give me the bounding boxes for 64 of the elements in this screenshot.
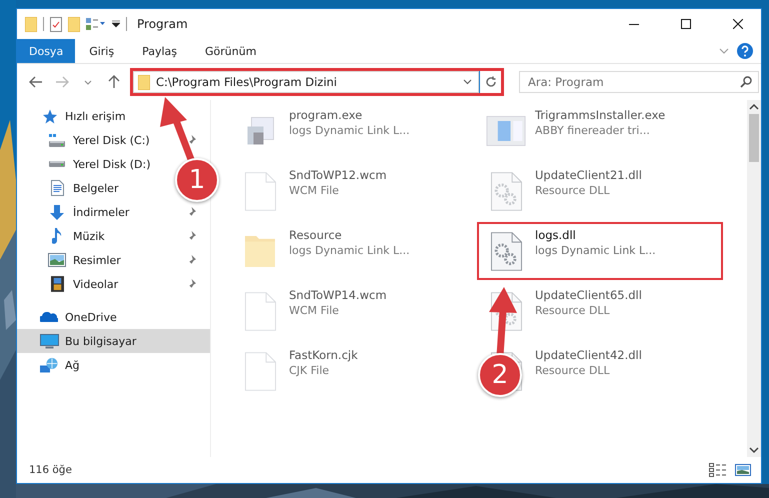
nav-item[interactable]: Resimler bbox=[17, 248, 210, 272]
file-item[interactable]: SndToWP12.wcm WCM File bbox=[231, 162, 477, 220]
nav-item[interactable]: Videolar bbox=[17, 272, 210, 296]
file-icon bbox=[244, 172, 276, 210]
file-item[interactable]: Resource logs Dynamic Link L... bbox=[231, 222, 477, 280]
search-icon bbox=[740, 76, 752, 88]
star-icon bbox=[42, 108, 56, 124]
file-item[interactable]: program.exe logs Dynamic Link L... bbox=[231, 102, 477, 160]
scroll-thumb[interactable] bbox=[749, 114, 759, 162]
nav-item[interactable]: OneDrive bbox=[17, 305, 127, 329]
file-item[interactable]: logs.dll logs Dynamic Link L... bbox=[477, 222, 723, 280]
ribbon-tab[interactable]: Dosya bbox=[17, 39, 76, 63]
close-icon bbox=[733, 19, 743, 29]
view-menu-icon[interactable] bbox=[86, 18, 106, 30]
image-icon bbox=[48, 253, 66, 267]
folder-icon bbox=[138, 74, 150, 90]
gear-file-icon bbox=[490, 232, 522, 270]
scrollbar[interactable] bbox=[747, 100, 761, 457]
gear-file-icon bbox=[490, 172, 522, 210]
nav-item[interactable]: Belgeler bbox=[17, 176, 128, 200]
program-icon bbox=[246, 117, 274, 145]
nav-item[interactable]: Bu bilgisayar bbox=[17, 329, 210, 353]
nav-item[interactable]: Yerel Disk (C:) bbox=[17, 128, 210, 152]
help-icon[interactable] bbox=[737, 43, 753, 59]
file-item[interactable]: UpdateClient21.dll Resource DLL bbox=[477, 162, 723, 220]
document-icon bbox=[50, 180, 64, 196]
forward-arrow-icon bbox=[55, 76, 69, 88]
dropdown-icon[interactable] bbox=[112, 20, 120, 28]
ribbon-tab[interactable]: Görünüm bbox=[191, 39, 270, 63]
ribbon-tab[interactable]: Giriş bbox=[75, 39, 128, 63]
film-icon bbox=[50, 276, 64, 292]
file-icon bbox=[244, 292, 276, 330]
installer-icon bbox=[486, 116, 526, 146]
file-item[interactable]: TrigrammsInstaller.exe ABBY finereader tri... bbox=[477, 102, 723, 160]
file-item[interactable]: SndToWP14.wcm WCM File bbox=[231, 282, 477, 340]
maximize-icon bbox=[681, 19, 691, 29]
window-title: Program bbox=[137, 17, 189, 31]
drive-icon bbox=[49, 134, 65, 146]
download-icon bbox=[50, 204, 64, 220]
cloud-icon bbox=[40, 312, 58, 322]
details-view-icon bbox=[709, 463, 727, 477]
network-icon bbox=[40, 358, 58, 372]
nav-item[interactable]: Müzik bbox=[17, 224, 210, 248]
nav-item[interactable]: Yerel Disk (D:) bbox=[17, 152, 161, 176]
computer-icon bbox=[40, 334, 58, 348]
drive-icon bbox=[49, 161, 65, 167]
refresh-icon bbox=[484, 76, 496, 88]
folder-icon bbox=[245, 233, 275, 269]
nav-item[interactable]: İndirmeler bbox=[17, 200, 210, 224]
address-field[interactable]: C:\Program Files\Program Dizini bbox=[133, 71, 479, 93]
item-count: 116 öğe bbox=[29, 464, 72, 476]
back-arrow-icon bbox=[29, 76, 43, 88]
up-arrow-icon bbox=[108, 75, 120, 89]
file-item[interactable]: FastKorn.cjk CJK File bbox=[231, 342, 477, 400]
chevron-down-icon bbox=[84, 80, 92, 84]
file-icon bbox=[244, 352, 276, 390]
ribbon-tab[interactable]: Paylaş bbox=[128, 39, 191, 63]
nav-item[interactable]: Hızlı erişim bbox=[17, 104, 136, 128]
music-note-icon bbox=[52, 228, 62, 244]
properties-icon[interactable] bbox=[50, 16, 62, 32]
image-icon bbox=[735, 464, 751, 476]
chevron-down-icon[interactable] bbox=[463, 79, 472, 85]
nav-item[interactable]: Ağ bbox=[17, 353, 90, 377]
search-field[interactable]: Ara: Program bbox=[519, 71, 759, 93]
